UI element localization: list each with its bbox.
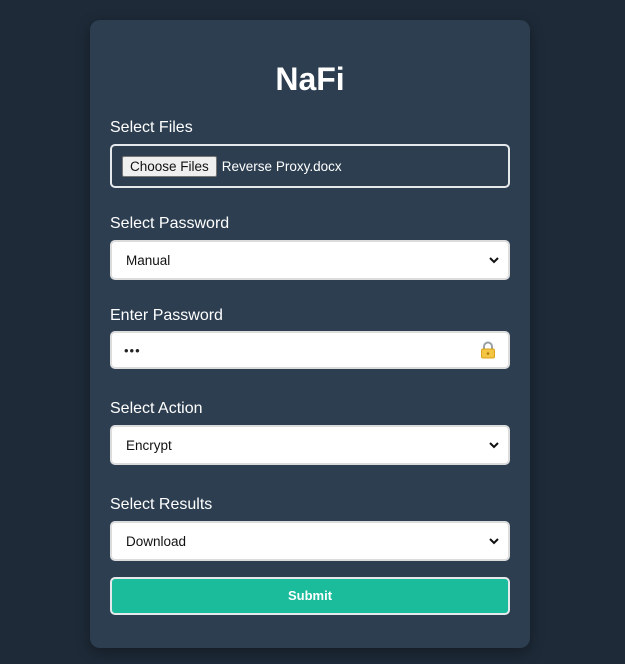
- submit-button[interactable]: Submit: [110, 577, 510, 615]
- results-select[interactable]: Download: [110, 521, 510, 561]
- results-label: Select Results: [110, 496, 213, 513]
- choose-files-button[interactable]: Choose Files: [122, 155, 217, 177]
- lock-icon: [481, 341, 495, 359]
- files-label: Select Files: [110, 119, 193, 136]
- password-type-label: Select Password: [110, 215, 230, 232]
- password-masked-value: •••: [124, 342, 141, 358]
- action-value: Encrypt: [126, 437, 172, 453]
- chevron-down-icon: [489, 257, 499, 264]
- selected-file-name: Reverse Proxy.docx: [221, 158, 342, 174]
- chevron-down-icon: [489, 442, 499, 449]
- results-value: Download: [126, 533, 187, 549]
- chevron-down-icon: [489, 538, 499, 545]
- action-label: Select Action: [110, 400, 203, 417]
- file-input[interactable]: Choose Files Reverse Proxy.docx: [110, 144, 510, 188]
- password-input[interactable]: •••: [110, 331, 510, 369]
- action-select[interactable]: Encrypt: [110, 425, 510, 465]
- password-type-select[interactable]: Manual: [110, 240, 510, 280]
- page-title: NaFi: [275, 61, 345, 97]
- form-card: NaFi Select Files Choose Files Reverse P…: [90, 20, 530, 648]
- password-label: Enter Password: [110, 307, 223, 324]
- password-type-value: Manual: [126, 252, 171, 268]
